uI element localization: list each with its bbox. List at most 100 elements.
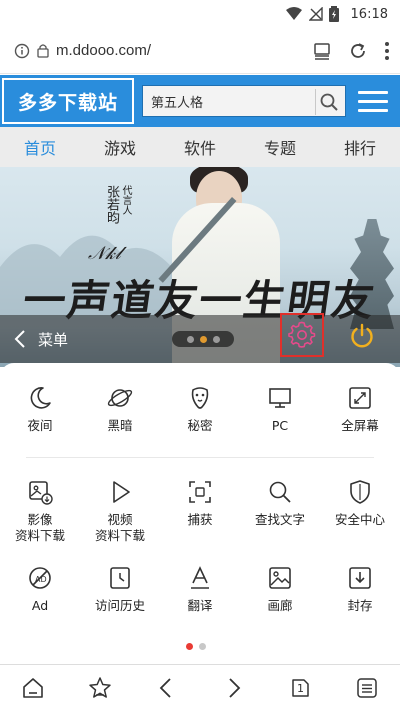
menu-list-icon[interactable] [355, 676, 379, 700]
exit-button[interactable] [346, 320, 378, 352]
menu-label: 全屏幕 [341, 418, 379, 433]
menu-item-video-download[interactable]: 视频 资料下载 [80, 479, 160, 544]
menu-row-1: 夜间 黑暗 秘密 PC 全屏幕 [0, 385, 400, 434]
gear-icon [288, 321, 316, 348]
nav-item-software[interactable]: 软件 [184, 135, 216, 159]
bottom-toolbar: 1 [0, 664, 400, 711]
menu-title: 菜单 [38, 330, 69, 349]
bookmark-star-icon[interactable] [88, 676, 112, 700]
category-nav: 首页 游戏 软件 专题 排行 [0, 127, 400, 167]
capture-icon [189, 481, 211, 503]
menu-label-line-1: 视频 [107, 512, 133, 527]
planet-icon [107, 389, 133, 407]
status-bar: 16:18 [0, 0, 400, 28]
search-icon [269, 481, 291, 503]
hamburger-line [358, 108, 388, 112]
moon-icon [30, 387, 51, 409]
menu-item-pc[interactable]: PC [240, 385, 320, 434]
banner-name: 张若昀 [104, 185, 119, 224]
wifi-icon [285, 7, 302, 20]
monitor-icon [269, 388, 291, 408]
reader-mode-icon[interactable] [312, 41, 332, 61]
menu-item-night[interactable]: 夜间 [0, 385, 80, 434]
search-value: 第五人格 [151, 95, 204, 111]
menu-item-private[interactable]: 秘密 [160, 385, 240, 434]
page-dot-active[interactable] [186, 643, 193, 650]
url-text: m.ddooo.com/ [56, 42, 152, 59]
menu-item-image-download[interactable]: 影像 资料下载 [0, 479, 80, 544]
tab-count: 1 [296, 682, 304, 695]
menu-label: 影像 资料下载 [15, 512, 65, 544]
address-bar[interactable]: m.ddooo.com/ [0, 28, 400, 74]
status-time: 16:18 [350, 6, 388, 22]
browser-menu-panel: 夜间 黑暗 秘密 PC 全屏幕 影像 资料下载 视频 资料下载 捕获 查找文字 … [0, 363, 400, 663]
menu-item-find-text[interactable]: 查找文字 [240, 479, 320, 544]
banner-indicator [172, 331, 234, 347]
menu-label: 视频 资料下载 [95, 512, 145, 544]
tabs-button[interactable]: 1 [288, 676, 312, 700]
site-logo[interactable]: 多多下载站 [2, 78, 134, 124]
menu-item-archive[interactable]: 封存 [320, 565, 400, 614]
menu-label: 画廊 [267, 598, 293, 613]
home-icon[interactable] [21, 676, 45, 700]
translate-icon [191, 566, 209, 589]
search-icon [320, 93, 338, 111]
mask-icon [191, 387, 209, 409]
menu-row-3: AD Ad 访问历史 翻译 画廊 封存 [0, 565, 400, 614]
menu-item-history[interactable]: 访问历史 [80, 565, 160, 614]
forward-arrow-icon[interactable] [221, 676, 245, 700]
menu-back-button[interactable]: 菜单 [14, 329, 68, 350]
menu-label: PC [271, 418, 289, 433]
fullscreen-icon [349, 387, 371, 409]
no-signal-icon [308, 7, 323, 21]
indicator-dot [186, 335, 194, 343]
chevron-left-icon [14, 330, 25, 348]
nav-item-ranking[interactable]: 排行 [344, 135, 376, 159]
menu-label: 封存 [347, 598, 373, 613]
menu-item-gallery[interactable]: 画廊 [240, 565, 320, 614]
menu-item-capture[interactable]: 捕获 [160, 479, 240, 544]
site-search-input[interactable]: 第五人格 [142, 85, 346, 117]
shield-icon [350, 480, 370, 504]
menu-label: 翻译 [187, 598, 213, 613]
site-header: 多多下载站 第五人格 [0, 75, 400, 127]
menu-page-indicator [186, 643, 206, 650]
battery-icon [328, 6, 339, 22]
page-dot[interactable] [199, 643, 206, 650]
menu-header: 菜单 [0, 315, 400, 363]
hamburger-line [358, 99, 388, 103]
nav-item-games[interactable]: 游戏 [104, 135, 136, 159]
back-arrow-icon[interactable] [155, 676, 179, 700]
site-search-button[interactable] [315, 89, 341, 115]
menu-label: 秘密 [187, 418, 213, 433]
menu-item-security-center[interactable]: 安全中心 [320, 479, 400, 544]
video-play-icon [113, 481, 130, 503]
nav-item-home[interactable]: 首页 [24, 135, 56, 159]
site-menu-button[interactable] [358, 90, 388, 112]
more-vertical-icon[interactable] [384, 41, 390, 61]
menu-label: 捕获 [187, 512, 213, 527]
menu-item-dark[interactable]: 黑暗 [80, 385, 160, 434]
menu-label: 访问历史 [94, 598, 145, 613]
menu-item-ad-block[interactable]: AD Ad [0, 565, 80, 614]
indicator-dot-active [199, 335, 207, 343]
ad-block-icon: AD [29, 567, 51, 589]
menu-label: 安全中心 [334, 512, 385, 527]
menu-item-fullscreen[interactable]: 全屏幕 [320, 385, 400, 434]
settings-button[interactable] [280, 313, 324, 357]
url-field[interactable]: m.ddooo.com/ [14, 42, 312, 59]
indicator-dot [212, 335, 220, 343]
image-download-icon [29, 481, 53, 505]
svg-text:AD: AD [35, 575, 47, 584]
signature-mark: 𝒩𝓀𝓁 [88, 243, 121, 264]
reload-icon[interactable] [348, 41, 368, 61]
archive-icon [349, 567, 371, 589]
menu-label: 查找文字 [254, 512, 305, 527]
lock-icon [37, 44, 49, 58]
gallery-icon [269, 567, 291, 589]
menu-label: 黑暗 [107, 418, 133, 433]
history-icon [110, 567, 130, 589]
nav-item-topics[interactable]: 专题 [264, 135, 296, 159]
menu-item-translate[interactable]: 翻译 [160, 565, 240, 614]
info-icon[interactable] [14, 43, 30, 59]
